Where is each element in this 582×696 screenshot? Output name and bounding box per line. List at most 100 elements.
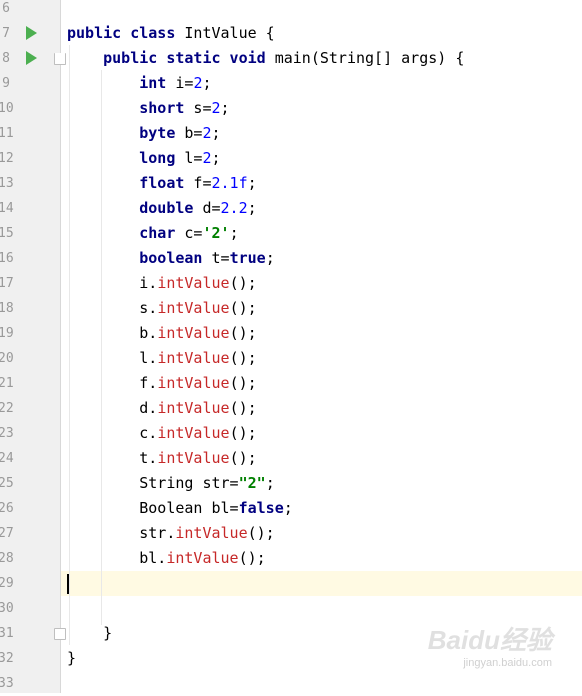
line-number: 12 <box>0 151 14 166</box>
code-token: ; <box>220 99 230 117</box>
code-token: ; <box>211 149 221 167</box>
code-text: d.intValue(); <box>61 399 257 417</box>
code-token: intValue <box>157 274 230 292</box>
code-text: double d=2.2; <box>61 199 256 217</box>
code-token: Boolean bl= <box>67 499 239 517</box>
code-line[interactable]: f.intValue(); <box>61 371 582 396</box>
code-line[interactable]: str.intValue(); <box>61 521 582 546</box>
code-token: ; <box>202 74 212 92</box>
code-token: ; <box>265 474 275 492</box>
code-token: l. <box>67 349 158 367</box>
line-number: 23 <box>0 426 14 441</box>
code-token: (); <box>229 374 257 392</box>
code-token: intValue <box>157 374 230 392</box>
line-number: 30 <box>0 601 14 616</box>
watermark-text: Baidu经验 <box>427 625 552 655</box>
code-token: short <box>67 99 185 117</box>
code-line[interactable]: s.intValue(); <box>61 296 582 321</box>
code-editor[interactable]: public class IntValue { public static vo… <box>61 0 582 693</box>
code-token: float <box>67 174 185 192</box>
code-line[interactable]: short s=2; <box>61 96 582 121</box>
line-number: 14 <box>0 201 14 216</box>
run-icon[interactable] <box>26 26 37 40</box>
code-token: long <box>67 149 176 167</box>
code-token: double <box>67 199 194 217</box>
line-number: 6 <box>2 1 10 16</box>
line-number: 15 <box>0 226 14 241</box>
code-line[interactable]: double d=2.2; <box>61 196 582 221</box>
code-text: short s=2; <box>61 99 230 117</box>
code-line[interactable]: public static void main(String[] args) { <box>61 46 582 71</box>
code-line[interactable]: l.intValue(); <box>61 346 582 371</box>
code-token: b= <box>175 124 203 142</box>
code-text: c.intValue(); <box>61 424 257 442</box>
line-number: 26 <box>0 501 14 516</box>
code-token: str. <box>67 524 176 542</box>
code-token: ; <box>229 224 239 242</box>
current-code-line[interactable] <box>61 571 582 596</box>
code-token: ; <box>283 499 293 517</box>
code-token: (); <box>229 424 257 442</box>
code-line[interactable]: char c='2'; <box>61 221 582 246</box>
code-line[interactable]: d.intValue(); <box>61 396 582 421</box>
code-token: 2 <box>202 149 212 167</box>
line-number: 24 <box>0 451 14 466</box>
code-token: f= <box>184 174 212 192</box>
code-token: public static void <box>67 49 266 67</box>
code-token: intValue <box>157 349 230 367</box>
code-line[interactable]: String str="2"; <box>61 471 582 496</box>
code-token: main(String[] args) { <box>265 49 465 67</box>
code-text: public class IntValue { <box>61 24 275 42</box>
code-line[interactable]: Boolean bl=false; <box>61 496 582 521</box>
code-token: public class <box>67 24 176 42</box>
code-text: i.intValue(); <box>61 274 257 292</box>
code-text: f.intValue(); <box>61 374 257 392</box>
code-token: (); <box>238 549 266 567</box>
code-token: IntValue { <box>175 24 275 42</box>
line-number: 8 <box>2 51 10 66</box>
code-line[interactable] <box>61 596 582 621</box>
code-line[interactable]: t.intValue(); <box>61 446 582 471</box>
code-line[interactable]: i.intValue(); <box>61 271 582 296</box>
code-token: d= <box>193 199 221 217</box>
line-number: 27 <box>0 526 14 541</box>
code-line[interactable]: b.intValue(); <box>61 321 582 346</box>
code-token: "2" <box>238 474 266 492</box>
line-number: 7 <box>2 26 10 41</box>
code-token: t. <box>67 449 158 467</box>
code-token: d. <box>67 399 158 417</box>
run-icon[interactable] <box>26 51 37 65</box>
line-number: 16 <box>0 251 14 266</box>
code-text: } <box>61 649 76 667</box>
code-text: String str="2"; <box>61 474 275 492</box>
code-text: bl.intValue(); <box>61 549 266 567</box>
code-token: s. <box>67 299 158 317</box>
code-text: boolean t=true; <box>61 249 274 267</box>
line-number: 31 <box>0 626 14 641</box>
code-line[interactable]: public class IntValue { <box>61 21 582 46</box>
code-line[interactable]: int i=2; <box>61 71 582 96</box>
code-line[interactable]: bl.intValue(); <box>61 546 582 571</box>
editor-gutter: 6 7 8 9 10 11 12 13 14 15 16 17 18 19 20 21 22 23 24 25 26 27… <box>0 0 66 693</box>
code-line[interactable] <box>61 671 582 696</box>
code-line[interactable] <box>61 0 582 21</box>
code-token: (); <box>229 299 257 317</box>
code-token: int <box>67 74 167 92</box>
indent-guide <box>69 45 70 645</box>
code-token: (); <box>229 274 257 292</box>
code-token: c= <box>175 224 203 242</box>
code-line[interactable]: boolean t=true; <box>61 246 582 271</box>
code-line[interactable]: byte b=2; <box>61 121 582 146</box>
code-token: b. <box>67 324 158 342</box>
line-number: 18 <box>0 301 14 316</box>
code-token: f. <box>67 374 158 392</box>
code-line[interactable]: c.intValue(); <box>61 421 582 446</box>
code-token: (); <box>229 399 257 417</box>
line-number: 13 <box>0 176 14 191</box>
code-text: int i=2; <box>61 74 212 92</box>
code-line[interactable]: float f=2.1f; <box>61 171 582 196</box>
code-line[interactable]: long l=2; <box>61 146 582 171</box>
code-text: t.intValue(); <box>61 449 256 467</box>
